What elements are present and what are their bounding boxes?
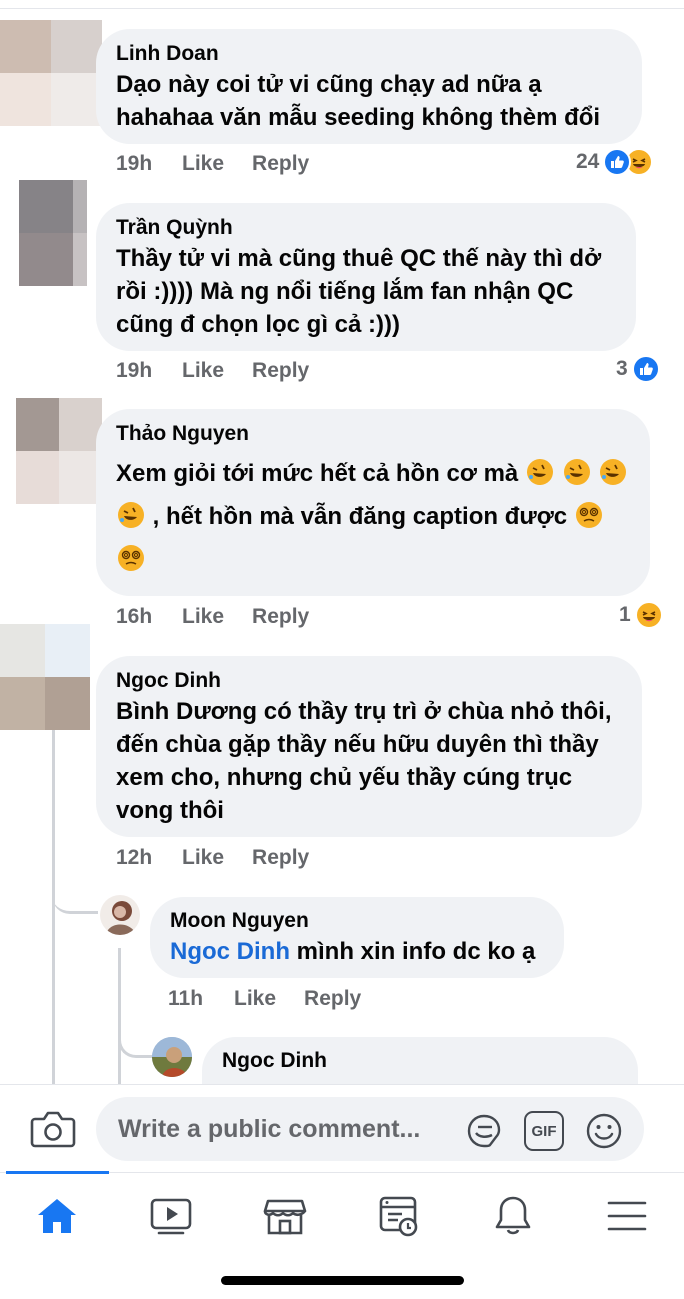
home-icon	[38, 1199, 76, 1233]
sticker-icon[interactable]	[464, 1111, 504, 1151]
watch-tab[interactable]	[148, 1193, 194, 1239]
avatar[interactable]	[152, 1037, 192, 1077]
comment-input[interactable]: Write a public comment... GIF	[96, 1097, 644, 1161]
comment-placeholder: Write a public comment...	[118, 1115, 421, 1143]
gif-button[interactable]: GIF	[524, 1111, 564, 1151]
watch-icon	[150, 1198, 192, 1235]
comment-composer: Write a public comment... GIF	[0, 1084, 684, 1172]
notifications-tab[interactable]	[490, 1193, 536, 1239]
active-tab-indicator	[6, 1171, 109, 1174]
menu-icon	[607, 1201, 647, 1231]
marketplace-tab[interactable]	[262, 1193, 308, 1239]
like-reaction-icon	[631, 355, 660, 383]
camera-icon[interactable]	[30, 1107, 76, 1149]
gif-label: GIF	[531, 1122, 557, 1140]
reply-ngoc-dinh: Ngoc Dinh	[0, 0, 684, 1084]
menu-tab[interactable]	[604, 1193, 650, 1239]
notifications-icon	[495, 1196, 531, 1235]
comment-bubble: Ngoc Dinh	[202, 1037, 638, 1084]
home-tab[interactable]	[34, 1193, 80, 1239]
marketplace-icon	[263, 1199, 307, 1235]
news-icon	[379, 1196, 418, 1237]
home-indicator	[221, 1276, 464, 1285]
emoji-icon[interactable]	[584, 1111, 624, 1151]
news-tab[interactable]	[376, 1193, 422, 1239]
comment-author[interactable]: Ngoc Dinh	[222, 1047, 618, 1075]
